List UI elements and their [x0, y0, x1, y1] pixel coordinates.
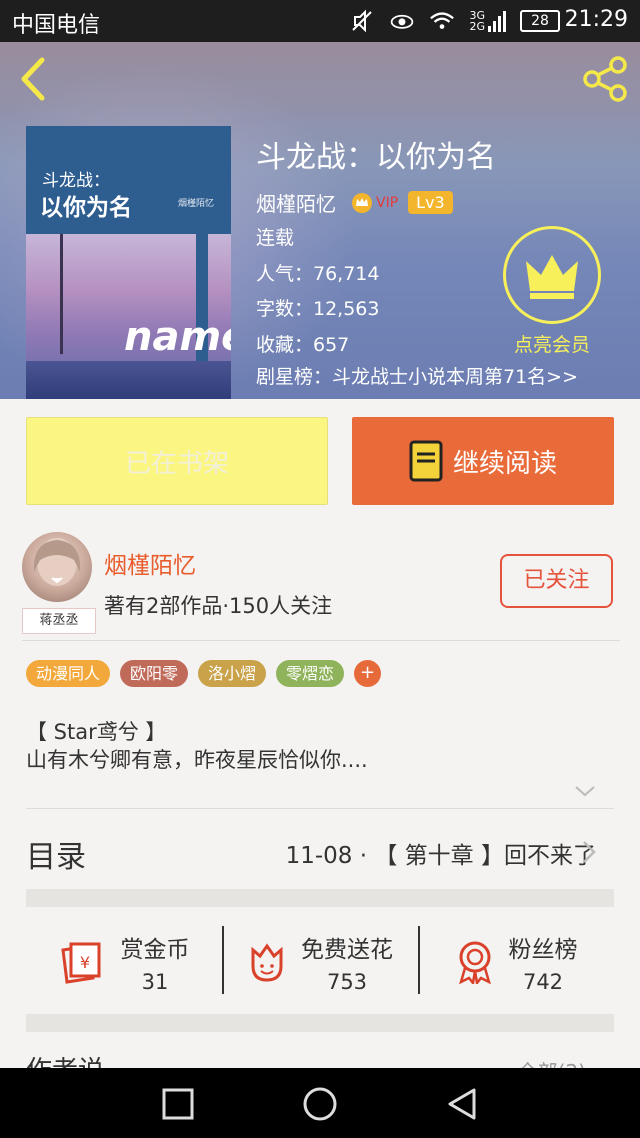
description-line: 山有木兮卿有意，昨夜星辰恰似你....	[26, 748, 368, 772]
tag-item[interactable]: 洛小熠	[198, 660, 267, 687]
stat-value: 742	[522, 970, 564, 994]
stat-gold-coin[interactable]: ¥ 赏金币 31	[26, 910, 222, 1014]
stat-label: 粉丝榜	[508, 937, 578, 963]
svg-text:¥: ¥	[79, 953, 89, 972]
toc-latest-chapter: 11-08 · 【 第十章 】回不来了	[285, 843, 596, 869]
stats-row: ¥ 赏金币 31 免费送花 753 粉丝榜 742	[26, 910, 614, 1014]
author-section: 蒋丞丞 烟槿陌忆 著有2部作品·150人关注 已关注	[0, 520, 640, 640]
book-title: 斗龙战：以你为名	[256, 140, 496, 175]
tag-item[interactable]: 动漫同人	[26, 660, 111, 687]
author-avatar[interactable]	[22, 532, 92, 602]
on-shelf-button[interactable]: 已在书架	[26, 417, 328, 505]
rank-link[interactable]: 剧星榜：斗龙战士小说本周第71名>>	[256, 362, 578, 389]
cover-artwork: name	[26, 234, 231, 399]
cover-author: 烟槿陌忆	[178, 199, 215, 209]
system-nav-bar	[0, 1068, 640, 1138]
signal-bars-icon	[488, 11, 506, 32]
vip-crown-icon	[352, 192, 372, 213]
medal-icon	[458, 941, 491, 984]
author-row: 烟槿陌忆 VIP Lv3	[256, 188, 496, 217]
book-info: 斗龙战：以你为名 烟槿陌忆 VIP Lv3 连载 人气：76,714 字数：12…	[256, 138, 496, 363]
continue-reading-label: 继续阅读	[452, 448, 557, 479]
vip-badge: VIP	[350, 192, 398, 214]
stat-fans[interactable]: 粉丝榜 742	[418, 910, 614, 1014]
book-status: 连载	[256, 227, 295, 249]
book-cover[interactable]: 斗龙战： 以你为名 烟槿陌忆 name	[26, 126, 231, 399]
cover-pole	[60, 234, 63, 354]
book-author[interactable]: 烟槿陌忆	[256, 188, 336, 217]
crown-icon	[526, 255, 578, 299]
cover-title-large: 以你为名	[40, 194, 132, 221]
carrier-name: 中国电信	[12, 13, 101, 38]
divider	[26, 808, 614, 809]
author-name[interactable]: 烟槿陌忆	[104, 546, 196, 580]
clock: 21:29	[564, 7, 628, 32]
eye-icon	[391, 14, 414, 29]
status-bar: 中国电信 3G 2G 28 21:29	[0, 0, 640, 42]
continue-reading-button[interactable]: 继续阅读	[352, 417, 614, 505]
back-arrow-icon[interactable]	[14, 56, 54, 102]
author-stats: 著有2部作品·150人关注	[104, 594, 333, 618]
level-badge: Lv3	[408, 191, 453, 214]
member-button[interactable]: 点亮会员	[500, 226, 604, 357]
followed-button[interactable]: 已关注	[500, 554, 613, 608]
add-tag-button[interactable]: +	[354, 660, 382, 687]
book-popularity: 人气：76,714	[256, 262, 380, 285]
stat-value: 31	[141, 970, 169, 994]
stat-flower[interactable]: 免费送花 753	[222, 910, 418, 1014]
on-shelf-label: 已在书架	[124, 448, 229, 479]
avatar-portrait	[33, 538, 81, 586]
wifi-icon	[430, 12, 455, 29]
stat-label: 免费送花	[301, 937, 393, 963]
stat-label: 赏金币	[120, 937, 190, 963]
tag-list: 动漫同人 欧阳零 洛小熠 零熠恋 +	[26, 660, 382, 687]
network-type-bottom: 2G	[469, 20, 485, 33]
battery-indicator: 28	[520, 10, 560, 32]
recent-apps-icon[interactable]	[160, 1086, 196, 1122]
book-favorites: 收藏：657	[256, 333, 350, 356]
cover-art-text: name	[124, 314, 231, 360]
member-label: 点亮会员	[513, 334, 590, 356]
book-header: 斗龙战： 以你为名 烟槿陌忆 name 斗龙战：以你为名 烟槿陌忆 VIP Lv…	[0, 42, 640, 399]
gold-coin-icon: ¥	[60, 942, 100, 984]
status-icons: 3G 2G 28	[349, 6, 560, 36]
section-separator	[26, 1014, 614, 1032]
mute-icon	[352, 9, 373, 33]
member-circle	[503, 226, 601, 324]
chevron-down-icon[interactable]	[573, 783, 597, 799]
description-line: 【 Star鸢兮 】	[26, 720, 167, 744]
chevron-right-icon	[583, 841, 596, 863]
signal-indicator: 3G 2G	[469, 10, 506, 32]
avatar-tag: 蒋丞丞	[22, 608, 96, 634]
divider	[22, 640, 620, 641]
share-icon[interactable]	[580, 54, 630, 104]
book-word-count: 字数：12,563	[256, 298, 380, 320]
book-icon	[409, 440, 443, 482]
flower-icon	[251, 943, 283, 982]
tag-item[interactable]: 零熠恋	[276, 660, 345, 687]
toc-label: 目录	[26, 840, 86, 875]
stat-value: 753	[326, 970, 368, 994]
vip-label: VIP	[376, 194, 399, 211]
back-icon[interactable]	[444, 1086, 480, 1122]
cover-tracks	[26, 361, 231, 399]
book-description: 【 Star鸢兮 】 山有木兮卿有意，昨夜星辰恰似你....	[26, 718, 368, 774]
section-separator	[26, 889, 614, 907]
home-icon[interactable]	[302, 1086, 338, 1122]
tag-item[interactable]: 欧阳零	[120, 660, 189, 687]
